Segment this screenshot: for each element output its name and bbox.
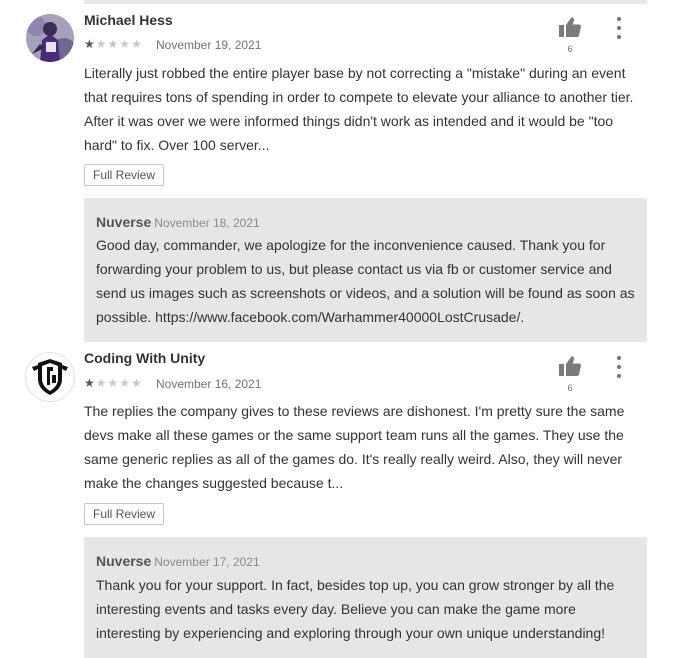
reply-developer-name: Nuverse November 17, 2021 [96,553,260,569]
reply-date: November 18, 2021 [154,216,260,230]
reply-developer-label: Nuverse [96,214,152,230]
star-empty-icon: ★ [119,376,132,390]
avatar[interactable] [26,14,74,62]
star-empty-icon: ★ [107,37,120,51]
more-vert-icon[interactable] [612,356,626,378]
star-rating: ★★★★★ [84,376,143,390]
star-empty-icon: ★ [119,37,132,51]
review-text: The replies the company gives to these r… [84,403,625,491]
star-filled-icon: ★ [84,376,96,390]
previous-reply-edge [84,0,647,4]
review-date: November 16, 2021 [156,377,262,391]
helpful-count: 6 [567,383,573,393]
star-empty-icon: ★ [131,376,143,390]
reply-developer-label: Nuverse [96,553,152,569]
review-text: Literally just robbed the entire player … [84,65,634,153]
review-author: Coding With Unity [84,350,206,366]
reply-date: November 17, 2021 [154,555,260,569]
star-empty-icon: ★ [95,37,108,51]
star-rating: ★★★★★ [84,37,143,51]
star-empty-icon: ★ [95,376,108,390]
more-vert-icon[interactable] [612,17,626,39]
reply-text: Thank you for your support. In fact, bes… [96,577,615,641]
star-empty-icon: ★ [107,376,120,390]
full-review-button[interactable]: Full Review [84,503,165,525]
review-author: Michael Hess [84,12,173,28]
avatar[interactable] [26,353,74,401]
review-date: November 19, 2021 [156,38,262,52]
developer-reply: Nuverse November 17, 2021 Thank you for y… [84,537,647,658]
helpful-count: 6 [567,44,573,54]
star-empty-icon: ★ [131,37,143,51]
reply-text: Good day, commander, we apologize for th… [96,237,635,325]
thumbs-up-icon[interactable] [558,355,582,377]
developer-reply: Nuverse November 18, 2021 Good day, comma… [84,198,647,342]
full-review-button[interactable]: Full Review [84,164,165,186]
reply-developer-name: Nuverse November 18, 2021 [96,214,260,230]
star-filled-icon: ★ [84,37,96,51]
thumbs-up-icon[interactable] [558,16,582,38]
